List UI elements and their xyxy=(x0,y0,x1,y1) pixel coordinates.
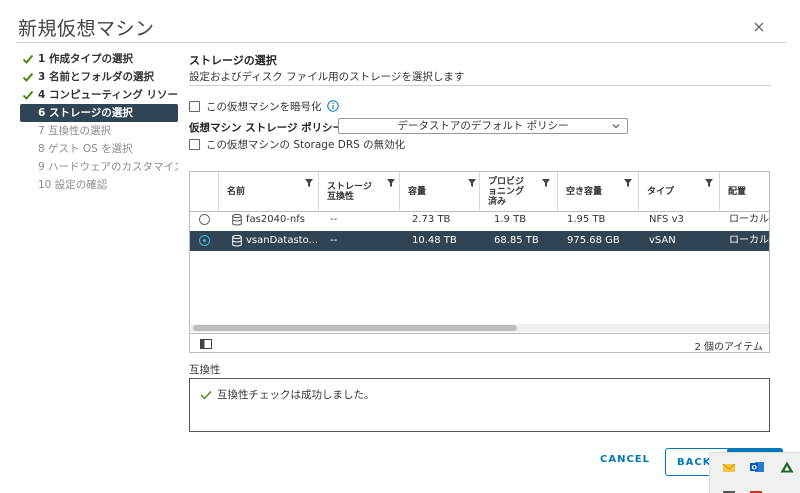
horizontal-scrollbar[interactable] xyxy=(190,324,769,332)
row-select[interactable] xyxy=(190,210,218,230)
step-label: 6 ストレージの選択 xyxy=(38,107,133,119)
encrypt-label: この仮想マシンを暗号化 xyxy=(206,100,322,113)
svg-text:O: O xyxy=(752,464,758,472)
column-compat[interactable]: ストレージ 互換性 xyxy=(318,172,399,212)
column-label: 名前 xyxy=(227,187,246,197)
disable-sdrs-checkbox[interactable] xyxy=(189,138,200,150)
step-label: 3 名前とフォルダの選択 xyxy=(38,71,154,83)
cell-provisioned: 1.9 TB xyxy=(494,214,527,225)
compatibility-panel: 互換性チェックは成功しました。 xyxy=(189,378,770,432)
divider xyxy=(16,42,786,43)
step-8: 8 ゲスト OS を選択 xyxy=(20,140,178,158)
check-icon xyxy=(22,72,34,82)
step-label: 4 コンピューティング リソー… xyxy=(38,89,178,101)
encrypt-row: この仮想マシンを暗号化 xyxy=(189,98,339,114)
info-icon[interactable] xyxy=(326,100,339,112)
section-subtitle: 設定およびディスク ファイル用のストレージを選択します xyxy=(189,71,465,83)
chevron-down-icon xyxy=(612,124,620,129)
cell-name: vsanDatasto... xyxy=(246,235,318,246)
step-3[interactable]: 3 名前とフォルダの選択 xyxy=(20,68,178,86)
encrypt-checkbox[interactable] xyxy=(189,100,200,112)
column-label: 配置 xyxy=(728,187,747,197)
mail-icon[interactable] xyxy=(722,462,736,474)
datastore-table: 名前 ストレージ 互換性 容量 プロビジ ョニング 済み 空き容量 タイプ 配置 xyxy=(189,171,770,353)
column-provisioned[interactable]: プロビジ ョニング 済み xyxy=(479,172,557,212)
column-label: タイプ xyxy=(647,187,675,197)
policy-label: 仮想マシン ストレージ ポリシー xyxy=(189,122,344,134)
check-icon xyxy=(22,54,34,64)
column-name[interactable]: 名前 xyxy=(218,172,318,212)
column-label: 空き容量 xyxy=(566,187,603,197)
filter-icon[interactable] xyxy=(468,179,476,187)
step-label: 10 設定の確認 xyxy=(38,179,108,191)
compatibility-text: 互換性チェックは成功しました。 xyxy=(217,389,375,401)
filter-icon[interactable] xyxy=(387,179,395,187)
items-count: 2 個のアイテム xyxy=(694,342,763,353)
step-4[interactable]: 4 コンピューティング リソー… xyxy=(20,86,178,104)
storage-policy-select[interactable]: データストアのデフォルト ポリシー xyxy=(338,118,628,134)
step-label: 9 ハードウェアのカスタマイズ xyxy=(38,161,178,173)
column-placement[interactable]: 配置 xyxy=(719,172,769,212)
column-free[interactable]: 空き容量 xyxy=(557,172,638,212)
cell-placement: ローカル xyxy=(729,235,769,246)
cell-type: NFS v3 xyxy=(649,214,684,225)
column-type[interactable]: タイプ xyxy=(638,172,719,212)
filter-icon[interactable] xyxy=(542,179,550,187)
dialog-title: 新規仮想マシン xyxy=(18,18,155,40)
table-header: 名前 ストレージ 互換性 容量 プロビジ ョニング 済み 空き容量 タイプ 配置 xyxy=(190,172,769,212)
filter-icon[interactable] xyxy=(305,179,313,187)
wizard-steps: 1 作成タイプの選択 3 名前とフォルダの選択 4 コンピューティング リソー…… xyxy=(20,50,178,194)
filter-icon[interactable] xyxy=(705,179,713,187)
check-icon xyxy=(22,90,34,100)
policy-value: データストアのデフォルト ポリシー xyxy=(397,120,569,132)
cell-compat: -- xyxy=(330,214,338,225)
cell-capacity: 2.73 TB xyxy=(412,214,451,225)
app-tray-icon[interactable] xyxy=(780,461,794,473)
sdrs-row: この仮想マシンの Storage DRS の無効化 xyxy=(189,136,405,152)
column-capacity[interactable]: 容量 xyxy=(399,172,479,212)
divider xyxy=(189,85,771,86)
column-toggle-icon[interactable] xyxy=(200,339,212,349)
step-6[interactable]: 6 ストレージの選択 xyxy=(20,104,178,122)
table-footer: 2 個のアイテム xyxy=(190,333,769,353)
dialog-header: 新規仮想マシン xyxy=(0,0,800,46)
cell-free: 975.68 GB xyxy=(567,235,620,246)
step-label: 1 作成タイプの選択 xyxy=(38,53,133,65)
scrollbar-thumb[interactable] xyxy=(193,325,517,331)
column-label: ストレージ 互換性 xyxy=(327,182,372,202)
cell-type: vSAN xyxy=(649,235,676,246)
filter-icon[interactable] xyxy=(624,179,632,187)
radio-button[interactable] xyxy=(199,235,210,246)
cell-placement: ローカル xyxy=(729,214,769,225)
disable-sdrs-label: この仮想マシンの Storage DRS の無効化 xyxy=(206,138,406,151)
table-row[interactable]: vsanDatasto... -- 10.48 TB 68.85 TB 975.… xyxy=(190,231,769,251)
column-label: プロビジ ョニング 済み xyxy=(488,177,525,207)
cell-provisioned: 68.85 TB xyxy=(494,235,539,246)
cell-compat: -- xyxy=(330,235,338,246)
row-select[interactable] xyxy=(190,231,218,251)
radio-button[interactable] xyxy=(199,214,210,225)
compatibility-message: 互換性チェックは成功しました。 xyxy=(200,387,375,402)
check-icon xyxy=(200,390,212,399)
close-icon[interactable] xyxy=(752,20,766,34)
step-7: 7 互換性の選択 xyxy=(20,122,178,140)
step-1[interactable]: 1 作成タイプの選択 xyxy=(20,50,178,68)
taskbar-tray: O xyxy=(709,452,800,493)
section-title: ストレージの選択 xyxy=(189,54,277,67)
cell-free: 1.95 TB xyxy=(567,214,606,225)
cancel-button[interactable]: CANCEL xyxy=(600,454,650,465)
table-row[interactable]: fas2040-nfs -- 2.73 TB 1.9 TB 1.95 TB NF… xyxy=(190,210,769,230)
compatibility-label: 互換性 xyxy=(189,364,221,376)
step-10: 10 設定の確認 xyxy=(20,176,178,194)
outlook-icon[interactable]: O xyxy=(750,461,764,473)
cell-name: fas2040-nfs xyxy=(246,214,305,225)
step-9: 9 ハードウェアのカスタマイズ xyxy=(20,158,178,176)
step-label: 8 ゲスト OS を選択 xyxy=(38,143,133,155)
column-label: 容量 xyxy=(408,187,427,197)
cell-capacity: 10.48 TB xyxy=(412,235,457,246)
step-label: 7 互換性の選択 xyxy=(38,125,112,137)
